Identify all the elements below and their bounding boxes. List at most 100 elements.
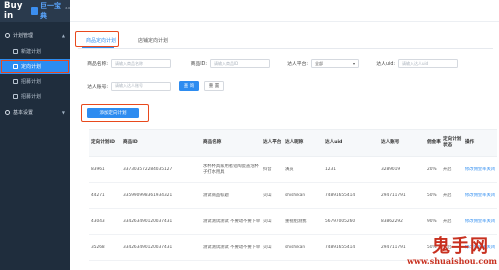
- edit-commission-link[interactable]: 修改佣金率关闭: [463, 193, 497, 199]
- account-label: 达人账号:: [87, 84, 108, 90]
- cell-account: 294711791: [381, 244, 406, 250]
- sidebar-group-label: 计划管理: [13, 33, 34, 39]
- sidebar-item-recruit-plan[interactable]: 招募计划: [0, 74, 70, 89]
- watermark-title: 鬼手网: [432, 236, 489, 257]
- cell-platform: 火山: [263, 192, 272, 198]
- th-actions: 操作: [465, 140, 475, 145]
- cell-platform: 抖音: [263, 166, 272, 172]
- target-icon: [13, 64, 18, 69]
- cell-platform: 火山: [263, 218, 272, 224]
- filter-row-2: 达人账号: 请输入达人账号 查 询 重 置: [70, 81, 224, 91]
- reset-button[interactable]: 重 置: [204, 81, 224, 91]
- plan-tabs: 商品定向计划 店铺定向计划: [82, 34, 172, 47]
- cell-product-id: 334263490120037431: [123, 244, 173, 250]
- tab-product-targeted-plan[interactable]: 商品定向计划: [82, 34, 120, 47]
- add-targeted-plan-button[interactable]: 添加定向计划: [87, 108, 139, 118]
- tabs-divider: [78, 48, 493, 49]
- uid-input[interactable]: 请输入达人uid: [398, 59, 458, 68]
- cell-plan-id: 44271: [91, 192, 105, 198]
- cell-product-id: 337303572284035127: [123, 166, 173, 172]
- sidebar-group-label: 基本设置: [13, 110, 34, 116]
- top-bar: [70, 0, 499, 22]
- query-button[interactable]: 查 询: [179, 81, 199, 91]
- sidebar-item-targeted-plan[interactable]: 定向计划: [0, 59, 70, 74]
- main-content: 商品定向计划 店铺定向计划 商品名称: 请输入商品名称 商品ID: 请输入商品I…: [70, 0, 499, 270]
- brand-name: Buy in: [4, 1, 23, 21]
- cell-account: 294711791: [381, 192, 406, 198]
- cell-uid: 74891655414: [325, 244, 356, 250]
- cell-product-name: 水杯杯具家用者铝陶瓷盖泡杯子打水用具: [203, 164, 259, 175]
- tab-shop-targeted-plan[interactable]: 店铺定向计划: [134, 34, 172, 47]
- edit-commission-link[interactable]: 修改佣金率关闭: [463, 167, 497, 173]
- sidebar-item-recruit-plan-2[interactable]: 招募计划: [0, 89, 70, 104]
- gear-icon: [5, 110, 10, 115]
- sidebar-item-label: 招募计划: [21, 79, 42, 85]
- platform-select[interactable]: 全部 ▾: [311, 59, 359, 68]
- sidebar: Buy in 巨一宝典 2.0 计划管理 ▲ 新建计划 定向计划 招募计划 招募…: [0, 0, 70, 270]
- th-platform: 达人平台: [263, 140, 282, 145]
- cell-status: 开启: [443, 192, 452, 198]
- th-plan-id: 定向计划ID: [91, 140, 115, 145]
- table-row: 83961 337303572284035127 水杯杯具家用者铝陶瓷盖泡杯子打…: [89, 157, 497, 183]
- cell-plan-id: 35268: [91, 244, 105, 250]
- cell-status: 开启: [443, 218, 452, 224]
- cell-product-id: 335990998361934321: [123, 192, 173, 198]
- list-icon: [13, 79, 18, 84]
- cell-nickname: shishikan: [285, 192, 306, 198]
- th-account: 达人账号: [381, 140, 400, 145]
- sidebar-item-label: 定向计划: [21, 64, 42, 70]
- th-status: 定向计划状态: [443, 137, 462, 148]
- cell-commission: 20%: [427, 166, 437, 172]
- table-header: 定向计划ID 商品ID 商品名称 达人平台 达人昵称 达人uid 达人账号 佣金…: [89, 129, 497, 157]
- cell-commission: 50%: [427, 192, 437, 198]
- account-input[interactable]: 请输入达人账号: [111, 81, 171, 91]
- cell-plan-id: 83961: [91, 166, 105, 172]
- sidebar-item-label: 新建计划: [21, 49, 42, 55]
- list-icon: [13, 94, 18, 99]
- chevron-down-icon: ▾: [352, 61, 355, 66]
- watermark-url: www.shuaishou.com: [407, 256, 497, 266]
- cell-nickname: shishikan: [285, 244, 306, 250]
- th-product-name: 商品名称: [203, 140, 222, 145]
- settings-icon: [5, 33, 10, 38]
- cell-product-name: 测试商品标题: [203, 192, 229, 198]
- chevron-up-icon: ▲: [61, 33, 65, 38]
- cell-product-id: 334263490120037431: [123, 218, 173, 224]
- cell-uid: 56797005260: [325, 218, 356, 224]
- uid-label: 达人uid:: [376, 62, 395, 67]
- chevron-down-icon: ▼: [61, 110, 65, 115]
- cell-account: 3289019: [381, 166, 401, 172]
- cell-commission: 90%: [427, 218, 437, 224]
- sidebar-item-label: 招募计划: [21, 94, 42, 100]
- cell-plan-id: 43043: [91, 218, 105, 224]
- th-product-id: 商品ID: [123, 140, 138, 145]
- th-nickname: 达人昵称: [285, 140, 304, 145]
- platform-label: 达人平台:: [287, 62, 308, 67]
- platform-select-value: 全部: [315, 60, 323, 66]
- brand-logo[interactable]: Buy in 巨一宝典 2.0: [0, 0, 70, 22]
- document-icon: [13, 49, 18, 54]
- cell-nickname: 重视组测我: [285, 218, 307, 224]
- th-commission: 佣金率: [427, 140, 441, 145]
- sidebar-group-basic-settings[interactable]: 基本设置 ▼: [0, 104, 70, 121]
- sidebar-item-new-plan[interactable]: 新建计划: [0, 44, 70, 59]
- cell-account: 83862292: [381, 218, 403, 224]
- cell-product-name: 测试测试测试 不要动不要下单: [203, 244, 261, 250]
- cell-platform: 火山: [263, 244, 272, 250]
- cell-uid: 1231: [325, 166, 336, 172]
- product-id-input[interactable]: 请输入商品ID: [210, 59, 270, 68]
- cell-uid: 74891655414: [325, 192, 356, 198]
- cell-nickname: 演员: [285, 166, 294, 172]
- product-id-label: 商品ID:: [190, 62, 207, 67]
- product-name-input[interactable]: 请输入商品名称: [111, 59, 171, 68]
- cell-status: 开启: [443, 166, 452, 172]
- brand-cn-name: 巨一宝典: [39, 2, 61, 20]
- filter-row-1: 商品名称: 请输入商品名称 商品ID: 请输入商品ID 达人平台: 全部 ▾ 达…: [70, 59, 458, 68]
- sidebar-group-plan-management[interactable]: 计划管理 ▲: [0, 27, 70, 44]
- cell-product-name: 测试测试测试 不要动不要下单: [203, 218, 261, 224]
- product-name-label: 商品名称:: [87, 62, 108, 67]
- edit-commission-link[interactable]: 修改佣金率关闭: [463, 219, 497, 225]
- brand-mark-icon: [30, 7, 38, 15]
- th-uid: 达人uid: [325, 140, 343, 145]
- table-row: 44271 335990998361934321 测试商品标题 火山 shish…: [89, 183, 497, 209]
